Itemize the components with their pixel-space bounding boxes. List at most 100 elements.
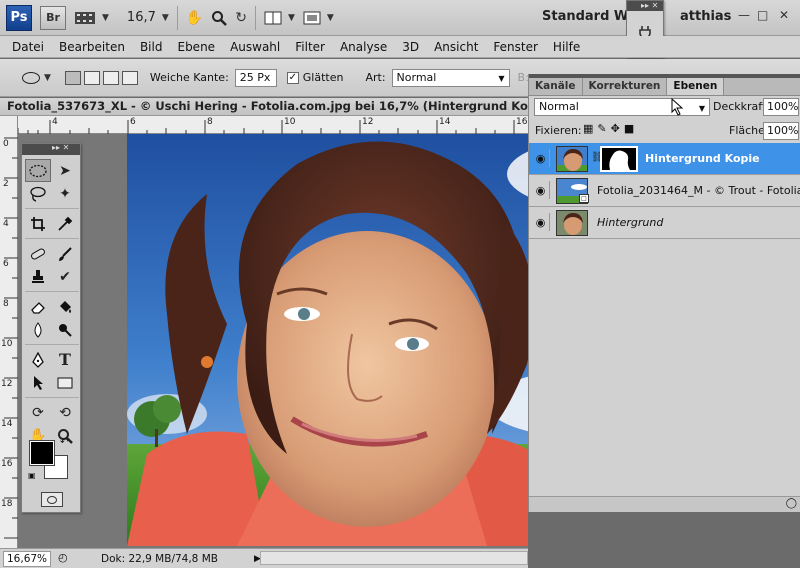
type-tool-icon[interactable]: T: [52, 348, 78, 371]
ruler-label: 8: [3, 299, 9, 309]
panel-options-icon[interactable]: ◯: [786, 498, 797, 509]
ruler-label: 6: [3, 259, 9, 269]
opacity-input[interactable]: 100%: [763, 98, 799, 116]
foreground-color-swatch[interactable]: [29, 440, 55, 466]
swap-colors-icon[interactable]: ↶: [60, 437, 68, 448]
add-to-selection-button[interactable]: [83, 70, 100, 85]
feather-input[interactable]: 25 Px: [234, 68, 277, 87]
menu-filter[interactable]: Filter: [295, 40, 325, 54]
bridge-launch-button[interactable]: Br: [40, 5, 66, 30]
eye-icon[interactable]: ◉: [532, 213, 550, 231]
vertical-ruler[interactable]: 0 2 4 6 8 10 12 14 16 18: [0, 116, 18, 548]
new-selection-button[interactable]: [64, 70, 81, 85]
rectangle-tool-icon[interactable]: [52, 371, 78, 394]
tab-adjustments[interactable]: Korrekturen: [583, 78, 668, 95]
panel-bottom-bar: ◯: [529, 496, 800, 512]
lock-all-icon[interactable]: ■: [624, 122, 638, 135]
layer-row[interactable]: ◉ ⛓ Hintergrund Kopie: [529, 143, 800, 175]
menu-analyse[interactable]: Analyse: [340, 40, 387, 54]
minimize-button[interactable]: —: [738, 8, 750, 22]
3d-orbit-icon[interactable]: ⟲: [52, 401, 78, 424]
chevron-down-icon[interactable]: ▼: [44, 73, 51, 83]
menu-datei[interactable]: Datei: [12, 40, 44, 54]
lock-position-icon[interactable]: ✥: [611, 122, 624, 135]
tab-channels[interactable]: Kanäle: [529, 78, 583, 95]
menu-auswahl[interactable]: Auswahl: [230, 40, 280, 54]
tools-panel-header[interactable]: ▸▸ ✕: [22, 143, 80, 155]
separator: [25, 344, 79, 345]
status-zoom-field[interactable]: 16,67%: [3, 550, 51, 567]
lock-icons[interactable]: ▦✎✥■: [583, 122, 638, 135]
layer-mask-thumbnail[interactable]: [600, 146, 638, 172]
fill-input[interactable]: 100%: [763, 122, 799, 140]
lock-transparency-icon[interactable]: ▦: [583, 122, 597, 135]
film-icon[interactable]: [74, 5, 96, 31]
move-tool-icon[interactable]: ➤: [52, 159, 78, 182]
default-colors-icon[interactable]: ▣: [28, 471, 36, 480]
close-button[interactable]: ✕: [779, 8, 789, 22]
document-tab[interactable]: Fotolia_537673_XL - © Uschi Hering - Fot…: [0, 98, 528, 116]
horizontal-scrollbar[interactable]: [260, 551, 528, 565]
smart-object-badge-icon: □: [579, 194, 589, 203]
menu-bearbeiten[interactable]: Bearbeiten: [59, 40, 125, 54]
quick-mask-button[interactable]: [41, 492, 63, 507]
menu-3d[interactable]: 3D: [402, 40, 419, 54]
ruler-label: 6: [130, 117, 136, 127]
clone-stamp-icon[interactable]: [25, 265, 51, 288]
lasso-tool-icon[interactable]: [25, 182, 51, 205]
maximize-button[interactable]: □: [757, 8, 768, 22]
3d-rotate-icon[interactable]: ⟳: [25, 401, 51, 424]
chevron-down-icon[interactable]: ▼: [162, 13, 169, 23]
layer-row[interactable]: ◉ □ Fotolia_2031464_M - © Trout - Fotoli…: [529, 175, 800, 207]
eyedropper-icon[interactable]: [52, 212, 78, 235]
style-select[interactable]: Normal: [391, 68, 510, 87]
elliptical-marquee-icon[interactable]: [22, 71, 40, 84]
menu-ebene[interactable]: Ebene: [177, 40, 215, 54]
dodge-tool-icon[interactable]: [52, 318, 78, 341]
magic-wand-icon[interactable]: ✦: [52, 182, 78, 205]
menu-hilfe[interactable]: Hilfe: [553, 40, 580, 54]
horizontal-ruler[interactable]: 4 6 8 10 12 14 16: [18, 116, 528, 134]
layer-thumbnail: [556, 210, 588, 236]
eye-icon[interactable]: ◉: [532, 181, 550, 199]
menu-fenster[interactable]: Fenster: [493, 40, 538, 54]
chevron-down-icon[interactable]: ▼: [288, 13, 295, 23]
tab-layers[interactable]: Ebenen: [667, 78, 725, 95]
separator: [176, 5, 178, 30]
ruler-label: 12: [1, 379, 13, 389]
screen-mode-icon[interactable]: [303, 5, 321, 31]
blur-tool-icon[interactable]: [25, 318, 51, 341]
elliptical-marquee-tool-icon[interactable]: [25, 159, 51, 182]
arrange-documents-icon[interactable]: [264, 5, 282, 31]
layer-row[interactable]: ◉ Hintergrund: [529, 207, 800, 239]
layers-list: ◉ ⛓ Hintergrund Kopie ◉ □ Fotolia_203146…: [529, 143, 800, 239]
eye-icon[interactable]: ◉: [532, 149, 550, 167]
menu-ansicht[interactable]: Ansicht: [434, 40, 478, 54]
tools-panel-controls[interactable]: ▸▸ ✕: [52, 143, 69, 152]
canvas-area[interactable]: [18, 134, 672, 548]
chevron-down-icon[interactable]: ▼: [102, 13, 109, 23]
zoom-tool-icon[interactable]: [211, 5, 228, 31]
rotate-view-icon[interactable]: ↻: [235, 5, 247, 31]
intersect-selection-button[interactable]: [121, 70, 138, 85]
antialias-label: Glätten: [302, 71, 344, 84]
eraser-icon[interactable]: [25, 295, 51, 318]
healing-brush-icon[interactable]: [25, 242, 51, 265]
paint-bucket-icon[interactable]: [52, 295, 78, 318]
chevron-down-icon[interactable]: ▼: [327, 13, 334, 23]
user-name: atthias: [680, 9, 732, 24]
crop-tool-icon[interactable]: [25, 212, 51, 235]
zoom-level[interactable]: 16,7: [127, 10, 156, 25]
pen-tool-icon[interactable]: [25, 348, 51, 371]
history-brush-icon[interactable]: ✔: [52, 265, 78, 288]
separator: [25, 397, 79, 398]
lock-pixels-icon[interactable]: ✎: [597, 122, 610, 135]
path-selection-icon[interactable]: [25, 371, 51, 394]
hand-tool-icon[interactable]: ✋: [186, 5, 203, 31]
menu-bild[interactable]: Bild: [140, 40, 163, 54]
subtract-from-selection-button[interactable]: [102, 70, 119, 85]
antialias-checkbox[interactable]: ✓: [286, 71, 299, 84]
brush-tool-icon[interactable]: [52, 242, 78, 265]
ruler-label: 14: [1, 419, 13, 429]
mini-panel-header[interactable]: ▸▸ ✕: [627, 1, 663, 11]
